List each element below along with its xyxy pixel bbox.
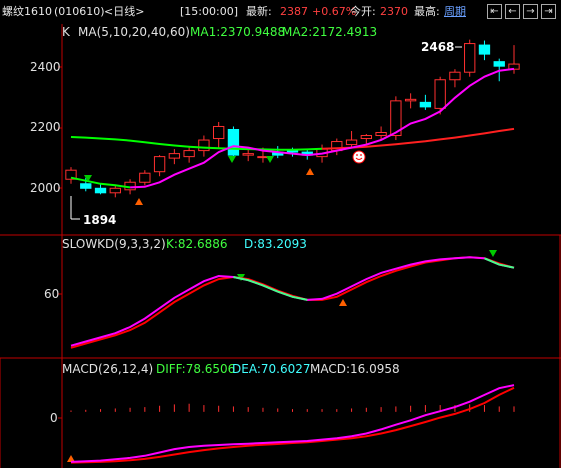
candle xyxy=(94,183,107,195)
diff-line xyxy=(70,384,515,463)
price-tick-2000: 2000 xyxy=(30,181,61,195)
kd-k-line xyxy=(70,256,515,347)
sell-signal-icon xyxy=(489,250,497,257)
candle-body xyxy=(227,128,240,156)
candle-body xyxy=(434,79,446,109)
candle xyxy=(139,170,151,186)
kd-k-text: K:82.6886 xyxy=(166,237,228,251)
candle xyxy=(65,167,77,184)
price-k-label: K xyxy=(62,25,70,39)
candle-body xyxy=(183,150,195,158)
price-tick-2200: 2200 xyxy=(30,120,61,134)
candle-body xyxy=(80,183,92,189)
candle xyxy=(198,135,210,157)
candle xyxy=(109,185,121,198)
kd-d-line xyxy=(70,256,515,349)
candle xyxy=(168,149,181,165)
sell-signal-icon xyxy=(228,156,236,163)
candle-body xyxy=(242,153,254,156)
candle-body xyxy=(168,153,181,159)
candle-body xyxy=(449,71,461,81)
max-price-note: 2468 xyxy=(421,40,455,54)
ma2-text: MA2:2172.4913 xyxy=(282,25,378,39)
buy-signal-icon xyxy=(339,299,347,306)
candle xyxy=(242,149,254,162)
candle xyxy=(464,39,476,77)
kd-title: SLOWKD(9,3,3,2) xyxy=(62,237,166,251)
candle xyxy=(153,155,166,177)
macd-text: MACD:16.0958 xyxy=(310,362,400,376)
candle xyxy=(419,94,432,110)
ma-title: MA(5,10,20,40,60) xyxy=(78,25,190,39)
kd-panel[interactable] xyxy=(70,256,515,349)
kline-chart[interactable] xyxy=(0,0,561,468)
candle-body xyxy=(478,44,491,55)
candle-body xyxy=(493,61,505,67)
ma1-line xyxy=(130,67,515,189)
candle xyxy=(449,69,461,88)
kd-d-text: D:83.2093 xyxy=(244,237,307,251)
candle-body xyxy=(464,43,476,73)
macd-panel[interactable] xyxy=(70,384,515,464)
candle-body xyxy=(286,150,299,153)
price-tick-2400: 2400 xyxy=(30,60,61,74)
candle-body xyxy=(345,139,358,146)
candle xyxy=(478,40,491,61)
candle-body xyxy=(94,187,107,194)
min-price-note: 1894 xyxy=(83,213,117,227)
kd-tick-60: 60 xyxy=(44,287,60,301)
dea-text: DEA:70.6027 xyxy=(232,362,311,376)
dea-line xyxy=(70,386,515,464)
ma2-line-green xyxy=(70,136,323,151)
candle-body xyxy=(212,125,225,140)
sell-signal-icon xyxy=(266,156,274,163)
candle xyxy=(183,147,195,163)
buy-signal-icon xyxy=(306,168,314,175)
candle xyxy=(404,93,417,109)
buy-signal-icon xyxy=(135,198,143,205)
candle-body xyxy=(375,132,387,137)
smiley-eye xyxy=(356,154,358,156)
ma2-line-red xyxy=(321,127,515,150)
candle xyxy=(345,131,358,148)
candle-body xyxy=(153,156,166,173)
diff-text: DIFF:78.6506 xyxy=(156,362,236,376)
smiley-face xyxy=(352,150,366,164)
candle-body xyxy=(198,139,210,152)
candle-body xyxy=(419,101,432,108)
candle xyxy=(227,126,240,159)
candle-body xyxy=(404,98,417,102)
candle-body xyxy=(139,172,151,183)
macd-tick-0: 0 xyxy=(50,411,58,425)
candle xyxy=(212,121,225,148)
smiley-icon xyxy=(352,150,366,164)
candle-body xyxy=(109,187,121,194)
macd-title: MACD(26,12,4) xyxy=(62,362,154,376)
candle-body xyxy=(360,135,373,140)
smiley-eye xyxy=(360,154,362,156)
ma1-text: MA1:2370.9488 xyxy=(190,25,286,39)
candle xyxy=(331,138,343,156)
